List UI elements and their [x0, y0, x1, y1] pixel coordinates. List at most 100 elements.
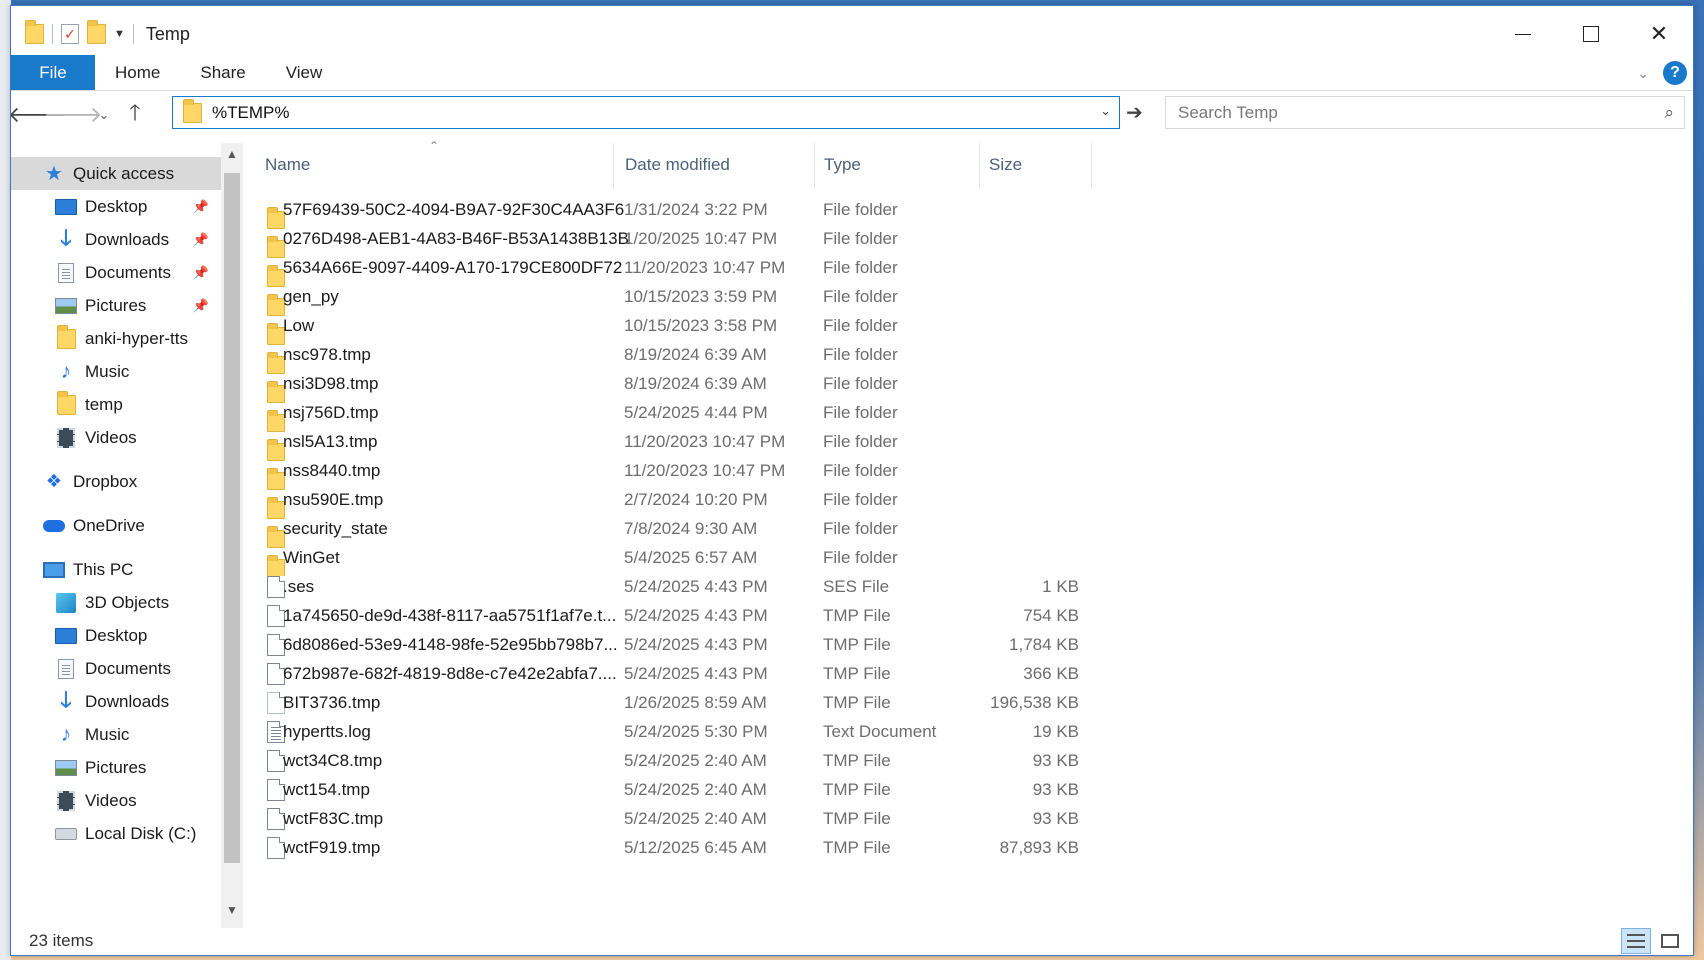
- tab-home[interactable]: Home: [95, 55, 180, 90]
- file-row[interactable]: wct34C8.tmp 5/24/2025 2:40 AM TMP File 93 K…: [251, 746, 1091, 775]
- column-header-type[interactable]: Type: [824, 155, 861, 175]
- column-divider[interactable]: [1091, 143, 1092, 189]
- file-type: TMP File: [823, 605, 891, 625]
- maximize-button[interactable]: [1557, 6, 1625, 62]
- file-row[interactable]: gen_py 10/15/2023 3:59 PM File folder: [251, 282, 1091, 316]
- file-name: 57F69439-50C2-4094-B9A7-92F30C4AA3F6: [283, 199, 625, 219]
- column-divider[interactable]: [979, 143, 980, 189]
- search-box[interactable]: ⌕: [1165, 96, 1685, 129]
- file-type: File folder: [823, 315, 898, 335]
- nav-item-this-pc[interactable]: This PC: [11, 553, 221, 586]
- nav-item-pictures[interactable]: Pictures: [11, 751, 221, 784]
- column-header-size[interactable]: Size: [989, 155, 1022, 175]
- nav-item-label: Videos: [85, 427, 137, 447]
- file-name: nsi3D98.tmp: [283, 373, 379, 393]
- file-row[interactable]: Low 10/15/2023 3:58 PM File folder: [251, 311, 1091, 345]
- nav-item-videos[interactable]: Videos: [11, 784, 221, 817]
- forward-button[interactable]: 🡒: [44, 102, 103, 128]
- file-row[interactable]: wctF83C.tmp 5/24/2025 2:40 AM TMP File 93 K…: [251, 804, 1091, 833]
- file-row[interactable]: .ses 5/24/2025 4:43 PM SES File 1 KB: [251, 572, 1091, 601]
- file-name: 5634A66E-9097-4409-A170-179CE800DF72: [283, 257, 623, 277]
- tab-file[interactable]: File: [11, 55, 95, 90]
- file-date: 5/4/2025 6:57 AM: [624, 547, 758, 567]
- file-row[interactable]: nsi3D98.tmp 8/19/2024 6:39 AM File folder: [251, 369, 1091, 403]
- tab-view[interactable]: View: [266, 55, 343, 90]
- up-button[interactable]: 🡑: [117, 96, 153, 134]
- file-row[interactable]: wct154.tmp 5/24/2025 2:40 AM TMP File 93 KB: [251, 775, 1091, 804]
- file-type: File folder: [823, 402, 898, 422]
- nav-item-downloads[interactable]: 🡓 Downloads: [11, 685, 221, 718]
- nav-item-pictures[interactable]: Pictures 📌: [11, 289, 221, 322]
- nav-item-documents[interactable]: Documents: [11, 652, 221, 685]
- file-row[interactable]: security_state 7/8/2024 9:30 AM File folde…: [251, 514, 1091, 548]
- file-row[interactable]: nsl5A13.tmp 11/20/2023 10:47 PM File folde…: [251, 427, 1091, 461]
- nav-item-downloads[interactable]: 🡓 Downloads 📌: [11, 223, 221, 256]
- pin-icon[interactable]: 📌: [193, 199, 209, 215]
- help-icon[interactable]: ?: [1663, 61, 1687, 85]
- file-name: 1a745650-de9d-438f-8117-aa5751f1af7e.t..…: [283, 605, 617, 625]
- column-divider[interactable]: [613, 143, 614, 189]
- address-dropdown-icon[interactable]: ⌄: [1100, 103, 1111, 119]
- properties-icon[interactable]: ✓: [61, 24, 79, 44]
- file-row[interactable]: nsc978.tmp 8/19/2024 6:39 AM File folder: [251, 340, 1091, 374]
- file-name: wctF919.tmp: [283, 837, 381, 857]
- file-type: File folder: [823, 460, 898, 480]
- details-view-button[interactable]: [1621, 928, 1651, 954]
- nav-item-dropbox[interactable]: ❖ Dropbox: [11, 465, 221, 498]
- minimize-button[interactable]: [1489, 6, 1557, 62]
- recent-locations-button[interactable]: ⌄: [91, 107, 117, 123]
- pin-icon[interactable]: 📌: [193, 232, 209, 248]
- file-row[interactable]: nsu590E.tmp 2/7/2024 10:20 PM File folder: [251, 485, 1091, 519]
- file-row[interactable]: 5634A66E-9097-4409-A170-179CE800DF72 11/2…: [251, 253, 1091, 287]
- nav-item-music[interactable]: ♪ Music: [11, 355, 221, 388]
- documents-icon: [55, 262, 77, 284]
- file-row[interactable]: hypertts.log 5/24/2025 5:30 PM Text Docume…: [251, 717, 1091, 746]
- nav-item-quick-access[interactable]: ★ Quick access: [11, 157, 221, 190]
- large-icons-view-button[interactable]: [1655, 928, 1685, 954]
- pin-icon[interactable]: 📌: [193, 298, 209, 314]
- file-row[interactable]: 1a745650-de9d-438f-8117-aa5751f1af7e.t..…: [251, 601, 1091, 630]
- close-button[interactable]: ✕: [1625, 6, 1693, 62]
- navigation-scrollbar[interactable]: ▲ ▼: [221, 143, 243, 928]
- scroll-down-icon[interactable]: ▼: [221, 903, 243, 917]
- nav-item-documents[interactable]: Documents 📌: [11, 256, 221, 289]
- nav-item-desktop[interactable]: Desktop 📌: [11, 190, 221, 223]
- column-header-name[interactable]: Name: [265, 155, 310, 175]
- file-row[interactable]: nss8440.tmp 11/20/2023 10:47 PM File folde…: [251, 456, 1091, 490]
- address-input[interactable]: [212, 102, 1062, 123]
- expand-ribbon-icon[interactable]: ⌄: [1637, 65, 1649, 82]
- tab-share[interactable]: Share: [180, 55, 265, 90]
- file-row[interactable]: nsj756D.tmp 5/24/2025 4:44 PM File folder: [251, 398, 1091, 432]
- pin-icon[interactable]: 📌: [193, 265, 209, 281]
- file-row[interactable]: wctF919.tmp 5/12/2025 6:45 AM TMP File 87,8…: [251, 833, 1091, 862]
- customize-toolbar-icon[interactable]: ▼: [114, 28, 125, 40]
- nav-item-local-disk-c[interactable]: Local Disk (C:): [11, 817, 221, 850]
- nav-item-onedrive[interactable]: OneDrive: [11, 509, 221, 542]
- file-row[interactable]: 0276D498-AEB1-4A83-B46F-B53A1438B13B 1/20…: [251, 224, 1091, 258]
- column-header-date[interactable]: Date modified: [625, 155, 730, 175]
- scroll-up-icon[interactable]: ▲: [221, 147, 243, 161]
- nav-item-temp[interactable]: temp: [11, 388, 221, 421]
- scrollbar-thumb[interactable]: [224, 173, 240, 863]
- new-folder-icon[interactable]: [87, 20, 106, 44]
- file-row[interactable]: WinGet 5/4/2025 6:57 AM File folder: [251, 543, 1091, 577]
- file-row[interactable]: BIT3736.tmp 1/26/2025 8:59 AM TMP File 196,…: [251, 688, 1091, 717]
- search-icon[interactable]: ⌕: [1664, 103, 1674, 123]
- folder-icon: [25, 20, 44, 44]
- close-icon: ✕: [1649, 21, 1669, 46]
- file-date: 5/24/2025 4:44 PM: [624, 402, 768, 422]
- nav-item-music[interactable]: ♪ Music: [11, 718, 221, 751]
- file-row[interactable]: 6d8086ed-53e9-4148-98fe-52e95bb798b7... 5…: [251, 630, 1091, 659]
- column-divider[interactable]: [814, 143, 815, 189]
- search-input[interactable]: [1178, 102, 1638, 123]
- nav-item-anki-hyper-tts[interactable]: anki-hyper-tts: [11, 322, 221, 355]
- file-row[interactable]: 672b987e-682f-4819-8d8e-c7e42e2abfa7....…: [251, 659, 1091, 688]
- address-bar[interactable]: ⌄: [172, 96, 1120, 129]
- nav-item-desktop[interactable]: Desktop: [11, 619, 221, 652]
- nav-item-3d-objects[interactable]: 3D Objects: [11, 586, 221, 619]
- title-bar: ✓ ▼ Temp ✕: [11, 6, 1693, 62]
- file-row[interactable]: 57F69439-50C2-4094-B9A7-92F30C4AA3F6 1/31…: [251, 195, 1091, 229]
- go-arrow-icon[interactable]: ➔: [1126, 100, 1143, 125]
- nav-item-videos[interactable]: Videos: [11, 421, 221, 454]
- nav-item-label: Videos: [85, 790, 137, 810]
